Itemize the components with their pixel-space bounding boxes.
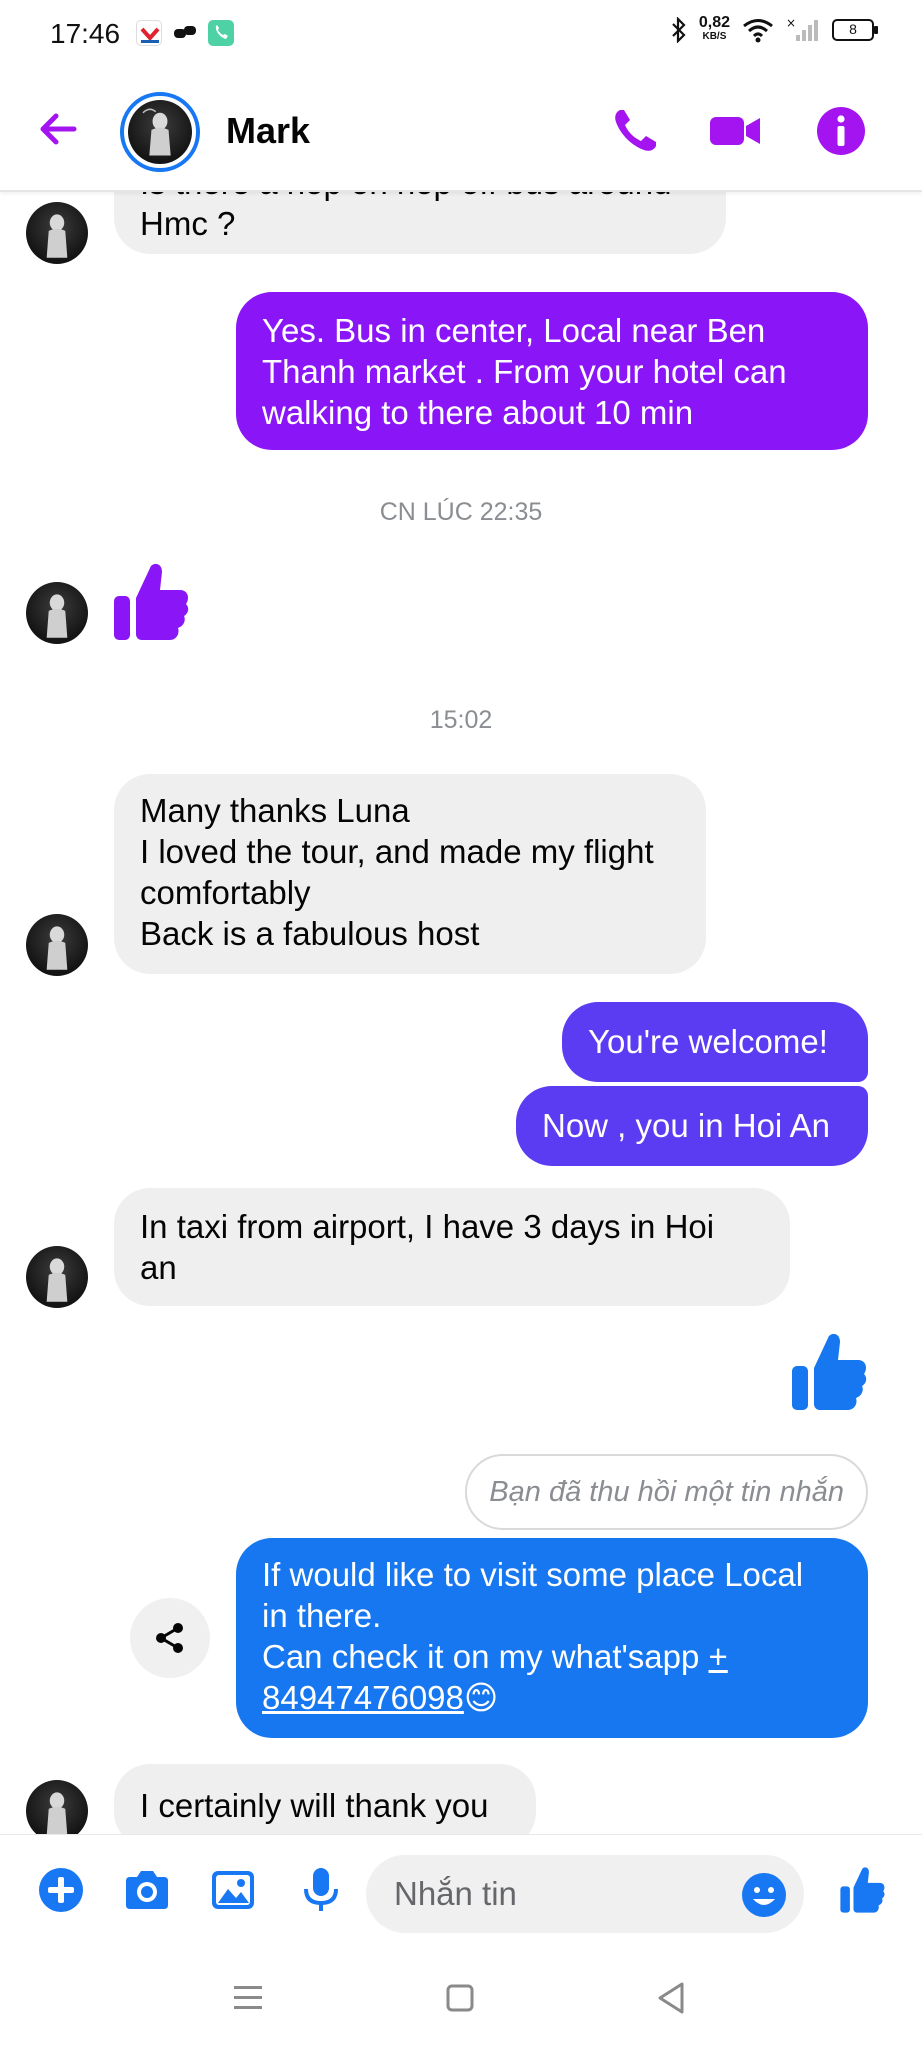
contact-name[interactable]: Mark xyxy=(226,110,310,152)
back-button[interactable] xyxy=(34,104,84,154)
link-app-icon xyxy=(172,20,198,46)
notification-icons xyxy=(136,20,234,46)
recent-apps-button[interactable] xyxy=(226,1976,270,2020)
bluetooth-icon xyxy=(672,17,686,43)
svg-text:×: × xyxy=(786,17,796,30)
home-button[interactable] xyxy=(438,1976,482,2020)
sender-avatar[interactable] xyxy=(26,1246,88,1308)
emoji-button[interactable] xyxy=(740,1871,788,1919)
audio-call-button[interactable] xyxy=(608,104,662,158)
info-icon xyxy=(817,107,865,155)
battery-indicator: 8 xyxy=(832,19,878,41)
sent-message[interactable]: Now , you in Hoi An xyxy=(516,1086,868,1166)
voice-message-button[interactable] xyxy=(296,1865,346,1915)
network-speed-unit: KB/S xyxy=(702,31,727,42)
received-message[interactable]: In taxi from airport, I have 3 days in H… xyxy=(114,1188,790,1306)
arrow-left-icon xyxy=(40,113,77,145)
sent-message[interactable]: If would like to visit some place Local … xyxy=(236,1538,868,1738)
sent-message[interactable]: Yes. Bus in center, Local near Ben Thanh… xyxy=(236,292,868,450)
message-thread[interactable]: Is there a hop on hop off bus around Hmc… xyxy=(0,192,922,1834)
image-icon xyxy=(212,1871,254,1909)
status-bar: 17:46 0,82 KB/S × 8 xyxy=(0,0,922,66)
system-status: 0,82 KB/S × 8 xyxy=(671,14,878,44)
gallery-button[interactable] xyxy=(208,1865,258,1915)
back-nav-button[interactable] xyxy=(650,1976,694,2020)
sender-avatar[interactable] xyxy=(26,202,88,264)
phone-app-icon xyxy=(208,20,234,46)
share-button[interactable] xyxy=(130,1598,210,1678)
received-message[interactable]: Many thanks Luna I loved the tour, and m… xyxy=(114,774,706,974)
message-input[interactable] xyxy=(366,1855,804,1933)
contact-avatar-image xyxy=(128,100,192,164)
conversation-timestamp: CN LÚC 22:35 xyxy=(379,498,543,526)
microphone-icon xyxy=(304,1868,338,1911)
smile-emoji: 😊 xyxy=(463,1679,499,1716)
triangle-back-icon xyxy=(658,1982,684,2014)
status-time: 17:46 xyxy=(50,18,121,49)
camera-button[interactable] xyxy=(122,1865,172,1915)
network-speed-value: 0,82 xyxy=(698,14,730,31)
signal-icon: × xyxy=(786,17,818,41)
received-message[interactable]: I certainly will thank you xyxy=(114,1764,536,1834)
conversation-timestamp: 15:02 xyxy=(429,706,493,734)
thumbs-up-icon[interactable] xyxy=(112,560,192,644)
system-navigation-bar xyxy=(0,1946,922,2048)
menu-icon xyxy=(234,1986,262,2009)
plus-icon xyxy=(39,1868,83,1912)
send-like-button[interactable] xyxy=(838,1865,888,1915)
viettel-pay-icon xyxy=(136,20,162,46)
sender-avatar[interactable] xyxy=(26,582,88,644)
conversation-header: Mark xyxy=(0,66,922,192)
sent-message[interactable]: You're welcome! xyxy=(562,1002,868,1082)
sender-avatar[interactable] xyxy=(26,914,88,976)
contact-avatar[interactable] xyxy=(120,92,200,172)
camera-icon xyxy=(126,1871,168,1909)
smiley-icon xyxy=(742,1873,786,1917)
video-call-button[interactable] xyxy=(708,104,762,158)
thumbs-up-icon[interactable] xyxy=(790,1330,870,1414)
video-camera-icon xyxy=(710,117,760,145)
unsent-message-notice: Bạn đã thu hồi một tin nhắn xyxy=(465,1454,868,1530)
network-speed: 0,82 KB/S xyxy=(698,14,730,44)
message-composer xyxy=(0,1834,922,1946)
share-icon xyxy=(156,1623,183,1653)
wifi-icon xyxy=(743,19,773,43)
conversation-info-button[interactable] xyxy=(814,104,868,158)
phone-icon xyxy=(615,110,656,151)
thumbs-up-icon xyxy=(840,1867,885,1913)
received-message[interactable]: Is there a hop on hop off bus around Hmc… xyxy=(114,192,726,254)
square-icon xyxy=(446,1984,474,2012)
more-actions-button[interactable] xyxy=(36,1865,86,1915)
sender-avatar[interactable] xyxy=(26,1780,88,1834)
